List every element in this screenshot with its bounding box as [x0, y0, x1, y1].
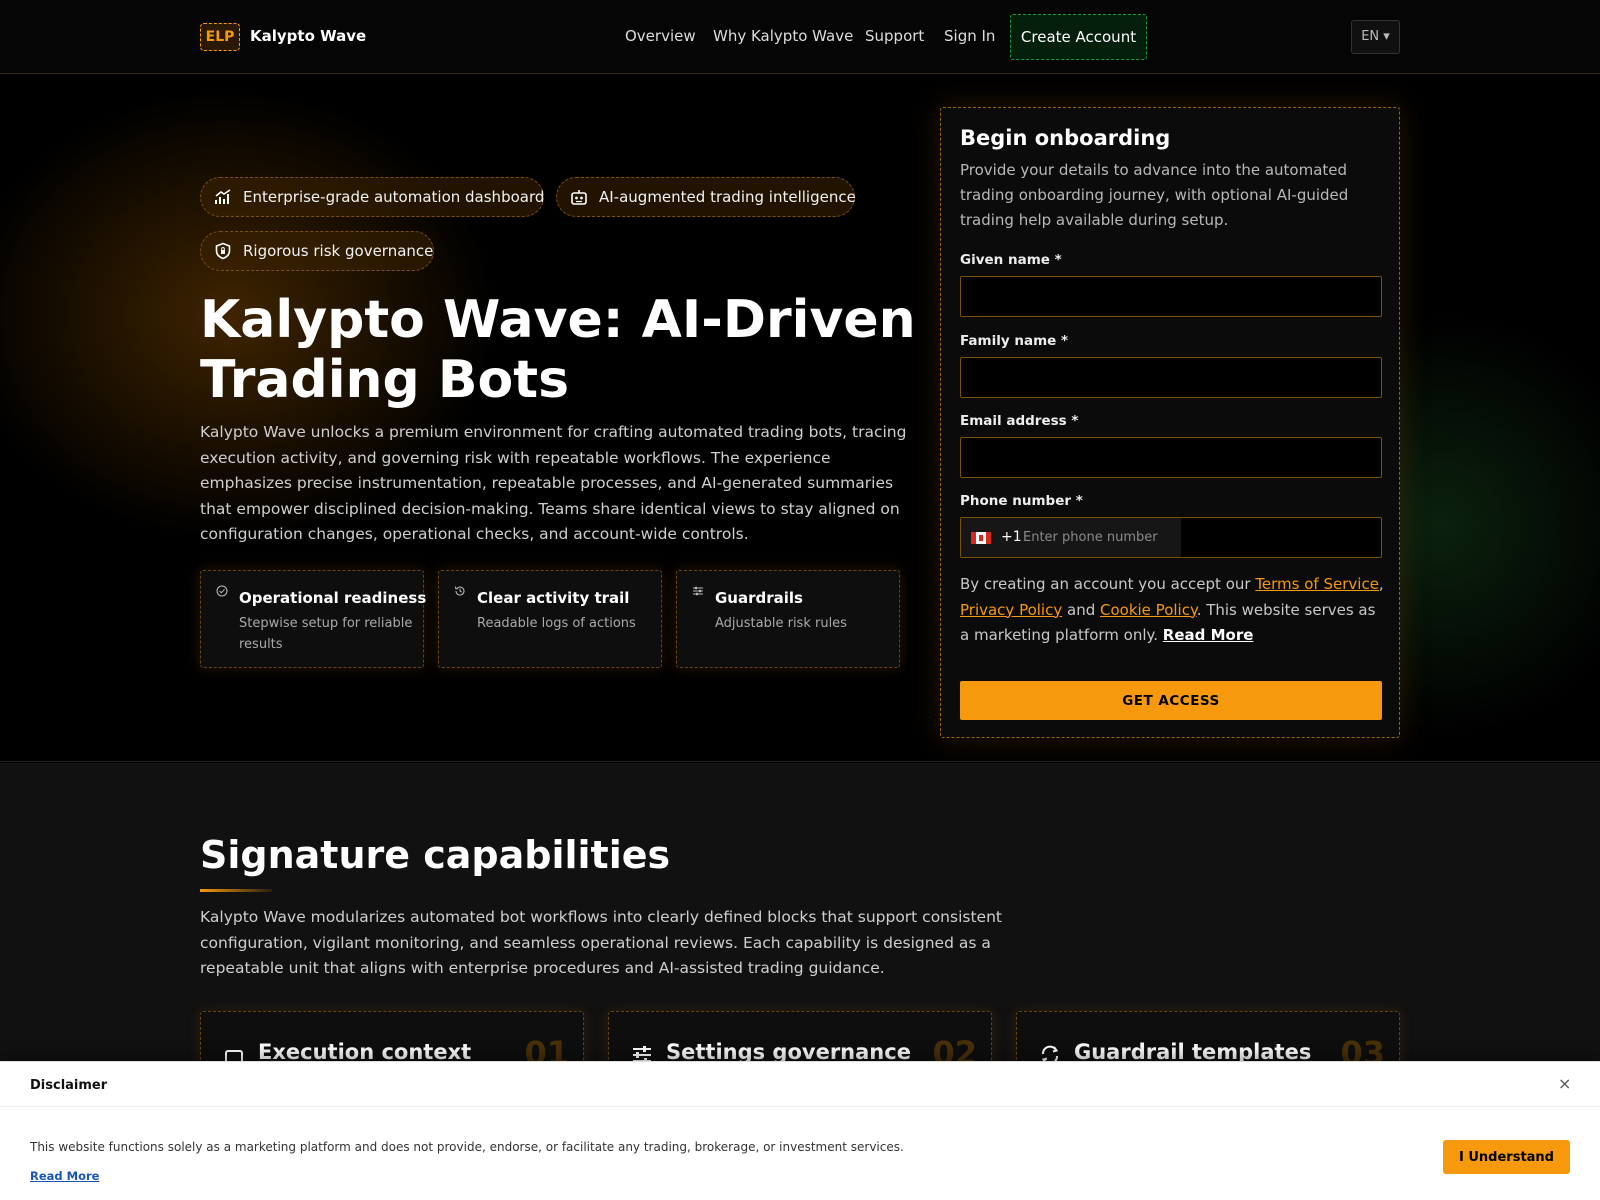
disclaimer-text: This website functions solely as a marke…: [30, 1140, 904, 1154]
feature-title: Clear activity trail: [477, 589, 630, 607]
form-subtitle: Provide your details to advance into the…: [960, 161, 1349, 229]
nav-why[interactable]: Why Kalypto Wave: [713, 27, 853, 45]
privacy-policy-link[interactable]: Privacy Policy: [960, 601, 1062, 619]
onboarding-form: Begin onboarding Provide your details to…: [940, 107, 1400, 738]
email-input[interactable]: [960, 437, 1382, 478]
create-account-button[interactable]: Create Account: [1010, 14, 1147, 60]
logo-badge[interactable]: ELP: [200, 23, 240, 51]
check-circle-icon: [216, 585, 228, 597]
site-header: ELP Kalypto Wave Overview Why Kalypto Wa…: [0, 0, 1600, 74]
form-title: Begin onboarding: [960, 126, 1171, 150]
feature-subtitle: Stepwise setup for reliable results: [239, 616, 413, 652]
hero-section: Enterprise-grade automation dashboard AI…: [0, 75, 1600, 762]
nav-support[interactable]: Support: [865, 27, 924, 45]
feature-activity-trail: Clear activity trail Readable logs of ac…: [438, 570, 662, 668]
cookie-policy-link[interactable]: Cookie Policy: [1100, 601, 1197, 619]
phone-dial-code: +1: [1001, 529, 1022, 545]
given-name-input[interactable]: [960, 276, 1382, 317]
sliders-icon: [693, 586, 703, 596]
form-read-more-link[interactable]: Read More: [1163, 626, 1254, 644]
capabilities-description: Kalypto Wave modularizes automated bot w…: [200, 908, 1002, 977]
robot-icon: [571, 190, 587, 205]
disclaimer-title: Disclaimer: [30, 1078, 108, 1093]
pill-ai-intelligence: AI-augmented trading intelligence: [556, 177, 856, 217]
capabilities-title: Signature capabilities: [200, 833, 671, 877]
shield-icon: [215, 242, 231, 260]
brand-name[interactable]: Kalypto Wave: [250, 27, 366, 45]
hero-title: Kalypto Wave: AI-Driven Trading Bots: [200, 290, 916, 410]
nav-overview[interactable]: Overview: [625, 27, 696, 45]
phone-country-area: +1: [961, 518, 1181, 557]
phone-input[interactable]: [1023, 518, 1181, 557]
close-icon[interactable]: ×: [1558, 1074, 1571, 1093]
feature-title: Operational readiness: [239, 589, 427, 607]
get-access-button[interactable]: GET ACCESS: [960, 681, 1382, 720]
phone-field: +1: [960, 517, 1382, 558]
feature-title: Guardrails: [715, 589, 803, 607]
pill-label: AI-augmented trading intelligence: [599, 188, 856, 206]
feature-operational-readiness: Operational readiness Stepwise setup for…: [200, 570, 427, 668]
given-name-label: Given name *: [960, 252, 1062, 268]
disclaimer-read-more-link[interactable]: Read More: [30, 1169, 99, 1183]
terms-and: and: [1062, 600, 1100, 619]
terms-text: By creating an account you accept our Te…: [960, 572, 1385, 649]
chart-icon: [215, 189, 231, 204]
phone-label: Phone number *: [960, 493, 1083, 509]
feature-subtitle: Readable logs of actions: [477, 616, 636, 631]
feature-subtitle: Adjustable risk rules: [715, 616, 847, 631]
pill-automation-dashboard: Enterprise-grade automation dashboard: [200, 177, 544, 217]
terms-prefix: By creating an account you accept our: [960, 575, 1256, 593]
hero-description: Kalypto Wave unlocks a premium environme…: [200, 423, 907, 543]
pill-label: Enterprise-grade automation dashboard: [243, 188, 545, 206]
terms-comma: ,: [1378, 575, 1384, 593]
history-icon: [455, 586, 465, 596]
family-name-label: Family name *: [960, 333, 1069, 349]
language-selector[interactable]: EN ▾: [1351, 20, 1400, 54]
nav-sign-in[interactable]: Sign In: [944, 27, 995, 45]
email-label: Email address *: [960, 413, 1079, 429]
family-name-input[interactable]: [960, 357, 1382, 398]
title-underline: [200, 889, 272, 892]
feature-guardrails: Guardrails Adjustable risk rules: [676, 570, 900, 668]
disclaimer-banner: Disclaimer × This website functions sole…: [0, 1061, 1600, 1200]
pill-label: Rigorous risk governance: [243, 242, 434, 260]
terms-of-service-link[interactable]: Terms of Service: [1255, 575, 1379, 593]
pill-risk-governance: Rigorous risk governance: [200, 231, 434, 271]
disclaimer-divider: [0, 1106, 1600, 1107]
canada-flag-icon[interactable]: [971, 532, 991, 544]
i-understand-button[interactable]: I Understand: [1443, 1140, 1570, 1174]
